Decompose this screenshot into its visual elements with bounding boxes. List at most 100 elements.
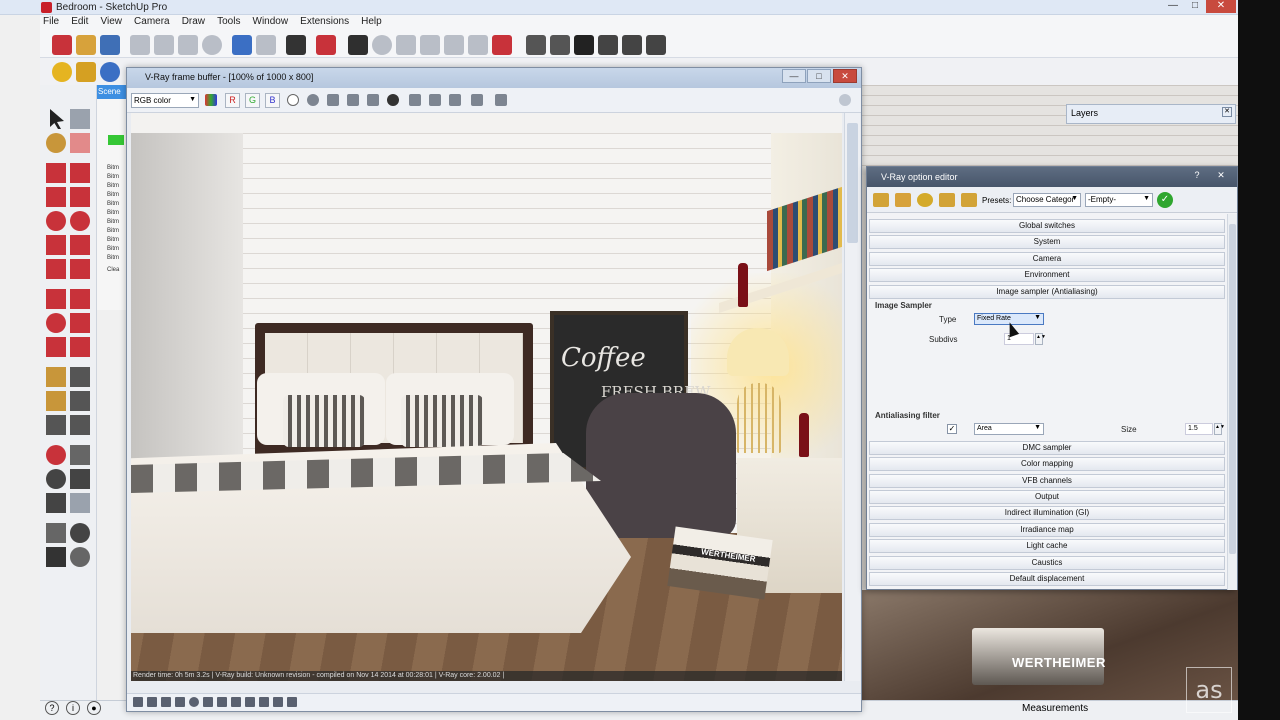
- position-camera-icon[interactable]: [46, 523, 66, 543]
- section-image-sampler[interactable]: Image sampler (Antialiasing): [869, 285, 1225, 299]
- section-dmc-sampler[interactable]: DMC sampler: [869, 441, 1225, 455]
- exposure-icon[interactable]: [189, 697, 199, 707]
- apply-preset-icon[interactable]: ✓: [1157, 192, 1173, 208]
- menu-draw[interactable]: Draw: [179, 15, 211, 27]
- three-point-arc-icon[interactable]: [46, 259, 66, 279]
- maximize-icon[interactable]: □: [807, 69, 831, 83]
- size-stepper[interactable]: ▲▼: [1214, 423, 1225, 435]
- track-mouse-icon[interactable]: [387, 94, 399, 106]
- info-icon[interactable]: [161, 697, 171, 707]
- histogram-icon[interactable]: [231, 697, 241, 707]
- right-view-icon[interactable]: [598, 35, 618, 55]
- red-channel-button[interactable]: R: [225, 93, 240, 108]
- menu-extensions[interactable]: Extensions: [297, 15, 355, 27]
- geo-location-icon[interactable]: ?: [45, 701, 59, 715]
- alpha-channel-icon[interactable]: [287, 94, 299, 106]
- open-options-icon[interactable]: [895, 193, 911, 207]
- shadows-icon[interactable]: [444, 35, 464, 55]
- text-icon[interactable]: [70, 391, 90, 411]
- stop-render-icon[interactable]: [839, 94, 851, 106]
- section-plane-icon[interactable]: [70, 547, 90, 567]
- rectangle-icon[interactable]: [46, 187, 66, 207]
- menu-camera[interactable]: Camera: [131, 15, 176, 27]
- close-icon[interactable]: ✕: [833, 69, 857, 83]
- list-item[interactable]: Bitm: [107, 174, 127, 180]
- minimize-icon[interactable]: —: [1162, 0, 1184, 13]
- top-view-icon[interactable]: [550, 35, 570, 55]
- model-info-icon[interactable]: [316, 35, 336, 55]
- scale-icon[interactable]: [46, 337, 66, 357]
- import-options-icon[interactable]: [961, 193, 977, 207]
- size-input[interactable]: 1.5: [1185, 423, 1213, 435]
- section-global-switches[interactable]: Global switches: [869, 219, 1225, 233]
- save-icon[interactable]: [100, 35, 120, 55]
- 3d-text-icon[interactable]: [70, 415, 90, 435]
- section-indirect-illumination[interactable]: Indirect illumination (GI): [869, 506, 1225, 520]
- zoom-window-icon[interactable]: [70, 469, 90, 489]
- levels-icon[interactable]: [175, 697, 185, 707]
- scrollbar-thumb[interactable]: [1229, 224, 1236, 554]
- offset-icon[interactable]: [70, 337, 90, 357]
- user-icon[interactable]: ●: [87, 701, 101, 715]
- cut-icon[interactable]: [130, 35, 150, 55]
- select-icon[interactable]: [50, 109, 64, 129]
- settings-icon[interactable]: [409, 94, 421, 106]
- vray-options-icon[interactable]: [76, 62, 96, 82]
- make-component-icon[interactable]: [70, 109, 90, 129]
- lut-icon[interactable]: [203, 697, 213, 707]
- info-icon[interactable]: i: [66, 701, 80, 715]
- compare-icon[interactable]: [273, 697, 283, 707]
- list-item[interactable]: Clea: [107, 267, 127, 273]
- maximize-icon[interactable]: □: [1184, 0, 1206, 13]
- channel-select[interactable]: RGB color ▼: [131, 93, 199, 108]
- paint-bucket-icon[interactable]: [46, 133, 66, 153]
- aa-filter-checkbox[interactable]: ✓: [947, 424, 957, 434]
- curves-icon[interactable]: [217, 697, 227, 707]
- export-options-icon[interactable]: [939, 193, 955, 207]
- clear-image-icon[interactable]: [367, 94, 379, 106]
- vray-material-editor-icon[interactable]: [52, 62, 72, 82]
- layers-list-icon[interactable]: [147, 697, 157, 707]
- color-channels-icon[interactable]: [205, 94, 217, 106]
- list-item[interactable]: Bitm: [107, 183, 127, 189]
- orbit-icon[interactable]: [46, 445, 66, 465]
- close-icon[interactable]: ✕: [1222, 107, 1232, 117]
- subdivs-stepper[interactable]: ▲▼: [1035, 333, 1046, 345]
- scrollbar-thumb[interactable]: [847, 123, 858, 243]
- blue-channel-button[interactable]: B: [265, 93, 280, 108]
- help-icon[interactable]: ?: [1189, 170, 1205, 182]
- list-item[interactable]: Bitm: [107, 210, 127, 216]
- open-file-icon[interactable]: [76, 35, 96, 55]
- list-item[interactable]: Bitm: [107, 237, 127, 243]
- iso-view-icon[interactable]: [526, 35, 546, 55]
- monochrome-icon[interactable]: [307, 94, 319, 106]
- green-channel-button[interactable]: G: [245, 93, 260, 108]
- print-icon[interactable]: [286, 35, 306, 55]
- two-point-arc-icon[interactable]: [70, 235, 90, 255]
- section-caustics[interactable]: Caustics: [869, 556, 1225, 570]
- move-icon[interactable]: [46, 289, 66, 309]
- protractor-icon[interactable]: [46, 391, 66, 411]
- render-image[interactable]: Coffee FRESH BREW WERTHEIMER Render time…: [131, 113, 842, 681]
- menu-view[interactable]: View: [97, 15, 128, 27]
- section-default-displacement[interactable]: Default displacement: [869, 572, 1225, 586]
- section-light-cache[interactable]: Light cache: [869, 539, 1225, 553]
- list-item[interactable]: Bitm: [107, 219, 127, 225]
- circle-icon[interactable]: [46, 211, 66, 231]
- lens-effects-icon[interactable]: [245, 697, 255, 707]
- duplicate-frame-icon[interactable]: [495, 94, 507, 106]
- layers-icon[interactable]: [420, 35, 440, 55]
- menu-tools[interactable]: Tools: [214, 15, 246, 27]
- section-irradiance-map[interactable]: Irradiance map: [869, 523, 1225, 537]
- section-vfb-channels[interactable]: VFB channels: [869, 474, 1225, 488]
- materials-icon[interactable]: [372, 35, 392, 55]
- section-system[interactable]: System: [869, 235, 1225, 249]
- preset-select[interactable]: -Empty- ▼: [1085, 193, 1153, 207]
- redo-icon[interactable]: [256, 35, 276, 55]
- list-item[interactable]: Bitm: [107, 192, 127, 198]
- pan-icon[interactable]: [70, 445, 90, 465]
- option-editor-scrollbar[interactable]: [1227, 214, 1237, 590]
- zoom-extents-icon[interactable]: [46, 493, 66, 513]
- freehand-icon[interactable]: [70, 163, 90, 183]
- save-image-icon[interactable]: [327, 94, 339, 106]
